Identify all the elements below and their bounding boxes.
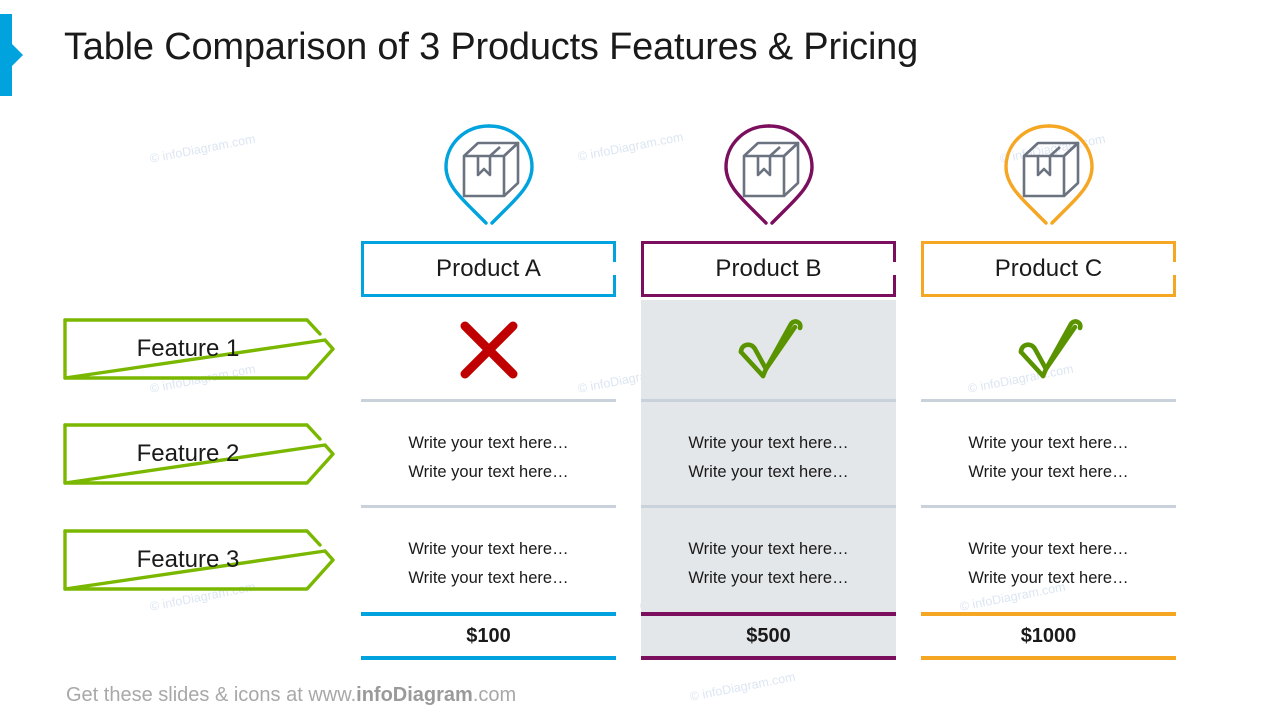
feature-label-2-text: Feature 2 <box>136 440 240 467</box>
cell-product-a-feature-3: Write your text here… Write your text he… <box>361 516 616 611</box>
price-product-b: $500 <box>641 612 896 660</box>
price-product-b-value: $500 <box>746 624 791 647</box>
cell-text-line: Write your text here… <box>968 462 1129 481</box>
product-header-c[interactable]: Product C <box>921 241 1177 297</box>
feature-label-3[interactable]: Feature 3 <box>63 529 335 591</box>
cell-text-line: Write your text here… <box>968 568 1129 587</box>
product-c-pin-icon <box>921 118 1176 236</box>
cell-product-c-feature-3: Write your text here… Write your text he… <box>921 516 1176 611</box>
feature-label-1[interactable]: Feature 1 <box>63 318 335 380</box>
product-header-b-label: Product B <box>715 255 822 282</box>
cell-text-line: Write your text here… <box>688 568 849 587</box>
cell-product-b-feature-3: Write your text here… Write your text he… <box>641 516 896 611</box>
footer-suffix: .com <box>472 684 517 706</box>
product-b-pin-icon <box>641 118 896 236</box>
row-separator <box>921 399 1176 402</box>
check-mark-icon <box>1018 319 1083 379</box>
cell-product-a-feature-2: Write your text here… Write your text he… <box>361 410 616 505</box>
product-a-pin-icon <box>361 118 616 236</box>
row-separator <box>361 505 616 508</box>
row-separator <box>921 505 1176 508</box>
price-product-c-value: $1000 <box>1020 624 1077 647</box>
feature-label-1-text: Feature 1 <box>136 335 240 362</box>
cell-text-line: Write your text here… <box>408 433 569 452</box>
cell-product-c-feature-2: Write your text here… Write your text he… <box>921 410 1176 505</box>
row-separator <box>641 399 896 402</box>
price-product-a: $100 <box>361 612 616 660</box>
watermark: © infoDiagram.com <box>148 131 257 166</box>
footer-brand: infoDiagram <box>356 684 473 706</box>
cell-product-b-feature-1 <box>641 305 896 395</box>
product-header-b[interactable]: Product B <box>641 241 897 297</box>
cell-product-b-feature-2: Write your text here… Write your text he… <box>641 410 896 505</box>
cell-text-line: Write your text here… <box>688 539 849 558</box>
price-product-c: $1000 <box>921 612 1176 660</box>
product-header-a-label: Product A <box>436 255 541 282</box>
page-title: Table Comparison of 3 Products Features … <box>64 26 919 68</box>
cell-text-line: Write your text here… <box>688 433 849 452</box>
cross-mark-icon <box>460 321 517 379</box>
title-accent-bar <box>0 14 12 96</box>
cell-text-line: Write your text here… <box>408 568 569 587</box>
check-mark-icon <box>738 319 803 379</box>
cell-product-c-feature-1 <box>921 305 1176 395</box>
feature-label-3-text: Feature 3 <box>136 546 240 573</box>
row-separator <box>641 505 896 508</box>
cell-product-a-feature-1 <box>361 305 616 395</box>
row-separator <box>361 399 616 402</box>
feature-label-2[interactable]: Feature 2 <box>63 423 335 485</box>
cell-text-line: Write your text here… <box>968 539 1129 558</box>
product-header-c-label: Product C <box>994 255 1103 282</box>
cell-text-line: Write your text here… <box>968 433 1129 452</box>
product-header-a[interactable]: Product A <box>361 241 617 297</box>
price-product-a-value: $100 <box>466 624 511 647</box>
cell-text-line: Write your text here… <box>408 462 569 481</box>
slide-canvas: Table Comparison of 3 Products Features … <box>0 0 1280 720</box>
title-accent-point <box>12 44 23 66</box>
footer-promo[interactable]: Get these slides & icons at www.infoDiag… <box>66 684 516 707</box>
watermark: © infoDiagram.com <box>688 669 797 704</box>
cell-text-line: Write your text here… <box>408 539 569 558</box>
cell-text-line: Write your text here… <box>688 462 849 481</box>
footer-prefix: Get these slides & icons at www. <box>66 684 357 706</box>
